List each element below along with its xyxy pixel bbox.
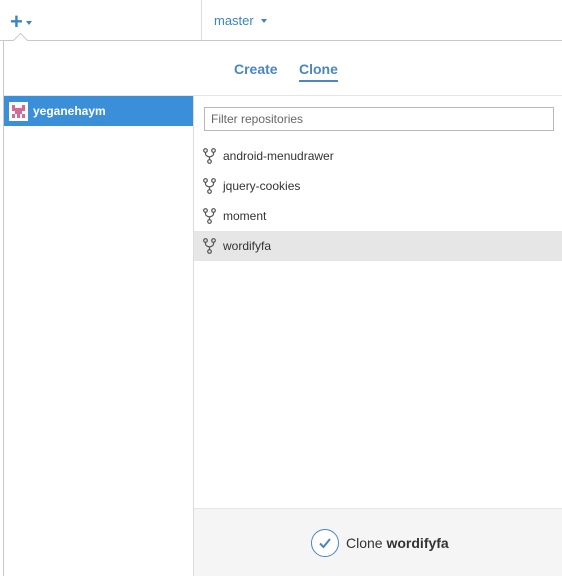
repository-name: android-menudrawer <box>223 149 334 163</box>
sidebar-item-account[interactable]: yeganehaym <box>4 96 193 126</box>
list-item[interactable]: jquery-cookies <box>194 171 562 201</box>
list-item[interactable]: android-menudrawer <box>194 141 562 171</box>
avatar <box>9 101 28 121</box>
checkmark-circle-icon <box>311 529 339 557</box>
chevron-down-icon <box>25 21 32 25</box>
top-toolbar: + master <box>0 0 562 41</box>
branch-selector[interactable]: master <box>214 13 267 28</box>
tab-clone[interactable]: Clone <box>299 61 338 82</box>
chevron-down-icon <box>260 18 267 23</box>
fork-icon <box>203 238 216 254</box>
plus-icon: + <box>10 9 23 34</box>
clone-verb: Clone <box>346 535 383 551</box>
repository-name: jquery-cookies <box>223 179 301 193</box>
account-name: yeganehaym <box>33 104 106 118</box>
list-item[interactable]: moment <box>194 201 562 231</box>
fork-icon <box>203 148 216 164</box>
repository-list: android-menudrawer jquery-cookies moment… <box>194 141 562 261</box>
repository-name: moment <box>223 209 267 223</box>
toolbar-divider <box>201 0 202 40</box>
fork-icon <box>203 178 216 194</box>
fork-icon <box>203 208 216 224</box>
tab-bar: Create Clone <box>4 41 562 96</box>
add-repository-button[interactable]: + <box>10 11 32 33</box>
accounts-sidebar: yeganehaym <box>4 96 194 576</box>
add-repository-popover: Create Clone yeganehaym Filter repositor… <box>3 41 562 576</box>
branch-label: master <box>214 13 254 28</box>
tab-create[interactable]: Create <box>234 61 278 80</box>
list-item-selected[interactable]: wordifyfa <box>194 231 562 261</box>
clone-target-repo: wordifyfa <box>386 535 449 551</box>
clone-button-label: Clone wordifyfa <box>346 535 449 551</box>
clone-button[interactable]: Clone wordifyfa <box>311 529 449 557</box>
filter-repositories-input[interactable] <box>204 107 554 131</box>
clone-footer: Clone wordifyfa <box>194 508 562 576</box>
repository-panel: android-menudrawer jquery-cookies <box>194 96 562 576</box>
repository-name: wordifyfa <box>223 239 272 253</box>
